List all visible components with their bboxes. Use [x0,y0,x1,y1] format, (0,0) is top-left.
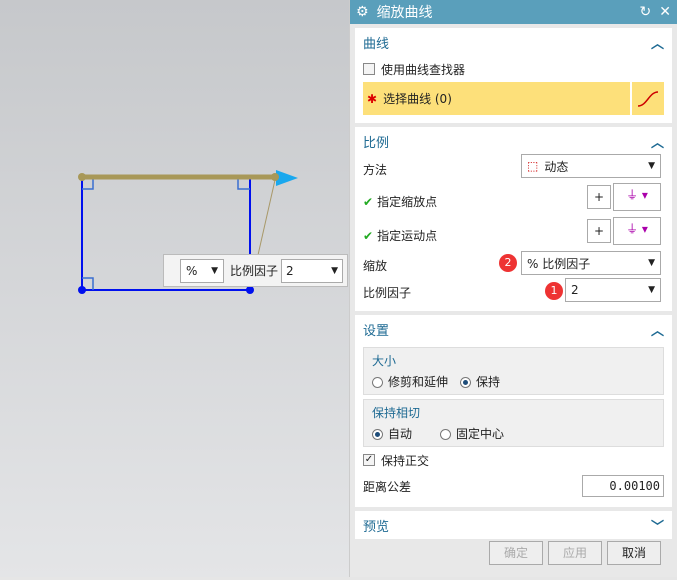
step-badge: 2 [499,254,517,272]
dynamic-icon: ⬚ [527,159,539,173]
check-icon: ✔ [363,195,374,209]
fixed-center-radio[interactable] [440,429,452,440]
close-icon[interactable]: ✕ [659,4,671,20]
point-dialog-button[interactable]: + [587,219,611,243]
scale-label: 缩放 [363,259,388,273]
auto-label: 自动 [388,427,413,441]
check-icon: ✔ [363,229,374,243]
required-icon: ✱ [367,91,378,106]
fixed-center-label: 固定中心 [456,427,505,441]
expand-icon[interactable]: ﹀ [651,516,664,535]
settings-section: 设置 ︿ 大小 修剪和延伸 保持 保持相切 自动 固定中心 ✓ 保持正交 距离公差 0.0… [355,315,672,507]
step-badge: 1 [545,282,563,300]
curve-section: 曲线 ︿ 使用曲线查找器 ✱ 选择曲线 (0) [355,28,672,123]
collapse-icon[interactable]: ︿ [651,320,664,339]
preview-header[interactable]: 预览 [363,516,389,535]
unit-dropdown[interactable]: % ▼ [180,258,224,283]
graphics-viewport[interactable]: % ▼ 比例因子 2 ▼ [0,0,349,577]
point-type-dropdown[interactable]: ⏚ ▾ [613,217,661,245]
tangent-group-label: 保持相切 [372,406,421,420]
keep-ortho-checkbox[interactable]: ✓ [363,454,375,466]
select-curve[interactable]: ✱ 选择曲线 (0) [363,82,630,115]
direction-arrow-icon [276,170,298,186]
dialog-title: 缩放曲线 [376,5,433,21]
select-curve-label: 选择曲线 (0) [383,92,452,106]
scale-header[interactable]: 比例 [363,132,389,151]
keep-radio[interactable] [460,377,472,388]
factor-label: 比例因子 [230,264,279,278]
apply-button[interactable]: 应用 [548,541,602,565]
auto-radio[interactable] [372,429,383,440]
trim-radio[interactable] [372,377,383,388]
dist-tol-label: 距离公差 [363,479,412,494]
move-point-label: 指定运动点 [377,229,438,243]
scale-value: % 比例因子 [527,256,591,271]
unit-value: % [186,263,198,278]
settings-header[interactable]: 设置 [363,320,389,339]
scale-curve-dialog: ⚙ 缩放曲线 ↻ ✕ 曲线 ︿ 使用曲线查找器 ✱ 选择曲线 (0) 比例 ︿ 方法 … [349,0,677,577]
dist-tol-input[interactable]: 0.00100 [582,475,664,497]
ok-button[interactable]: 确定 [489,541,543,565]
preview-section: 预览 ﹀ [355,511,672,539]
scale-section: 比例 ︿ 方法 ⬚ 动态 ▼ ✔ 指定缩放点 + ⏚ ▾ ✔ 指定运动点 + ⏚ ▾ 缩放… [355,127,672,311]
factor-dropdown[interactable]: 2 ▼ [281,258,344,283]
factor-value: 2 [571,283,579,297]
size-group-label: 大小 [372,354,397,368]
use-finder-label: 使用曲线查找器 [381,62,466,77]
use-finder-checkbox[interactable] [363,63,375,75]
point-type-dropdown[interactable]: ⏚ ▾ [613,183,661,211]
collapse-icon[interactable]: ︿ [651,132,664,151]
scale-dropdown[interactable]: % 比例因子 ▼ [521,251,661,275]
curve-graphics [78,170,298,294]
cancel-button[interactable]: 取消 [607,541,661,565]
curve-header[interactable]: 曲线 [363,33,389,52]
scale-point-label: 指定缩放点 [377,195,438,209]
method-label: 方法 [363,163,388,177]
trim-label: 修剪和延伸 [388,375,449,389]
point-dialog-button[interactable]: + [587,185,611,209]
keep-label: 保持 [476,375,501,389]
collapse-icon[interactable]: ︿ [651,33,664,52]
factor-input[interactable]: 2 ▼ [565,278,661,302]
dialog-titlebar: ⚙ 缩放曲线 ↻ ✕ [350,0,677,24]
method-value: 动态 [544,159,569,174]
gear-icon[interactable]: ⚙ [356,4,369,20]
method-dropdown[interactable]: ⬚ 动态 ▼ [521,154,661,178]
factor-value: 2 [286,263,294,278]
curve-icon[interactable] [632,82,664,115]
reset-icon[interactable]: ↻ [640,4,652,20]
onscreen-input: % ▼ 比例因子 2 ▼ [163,254,348,287]
factor-label: 比例因子 [363,286,412,300]
keep-ortho-label: 保持正交 [381,453,430,468]
